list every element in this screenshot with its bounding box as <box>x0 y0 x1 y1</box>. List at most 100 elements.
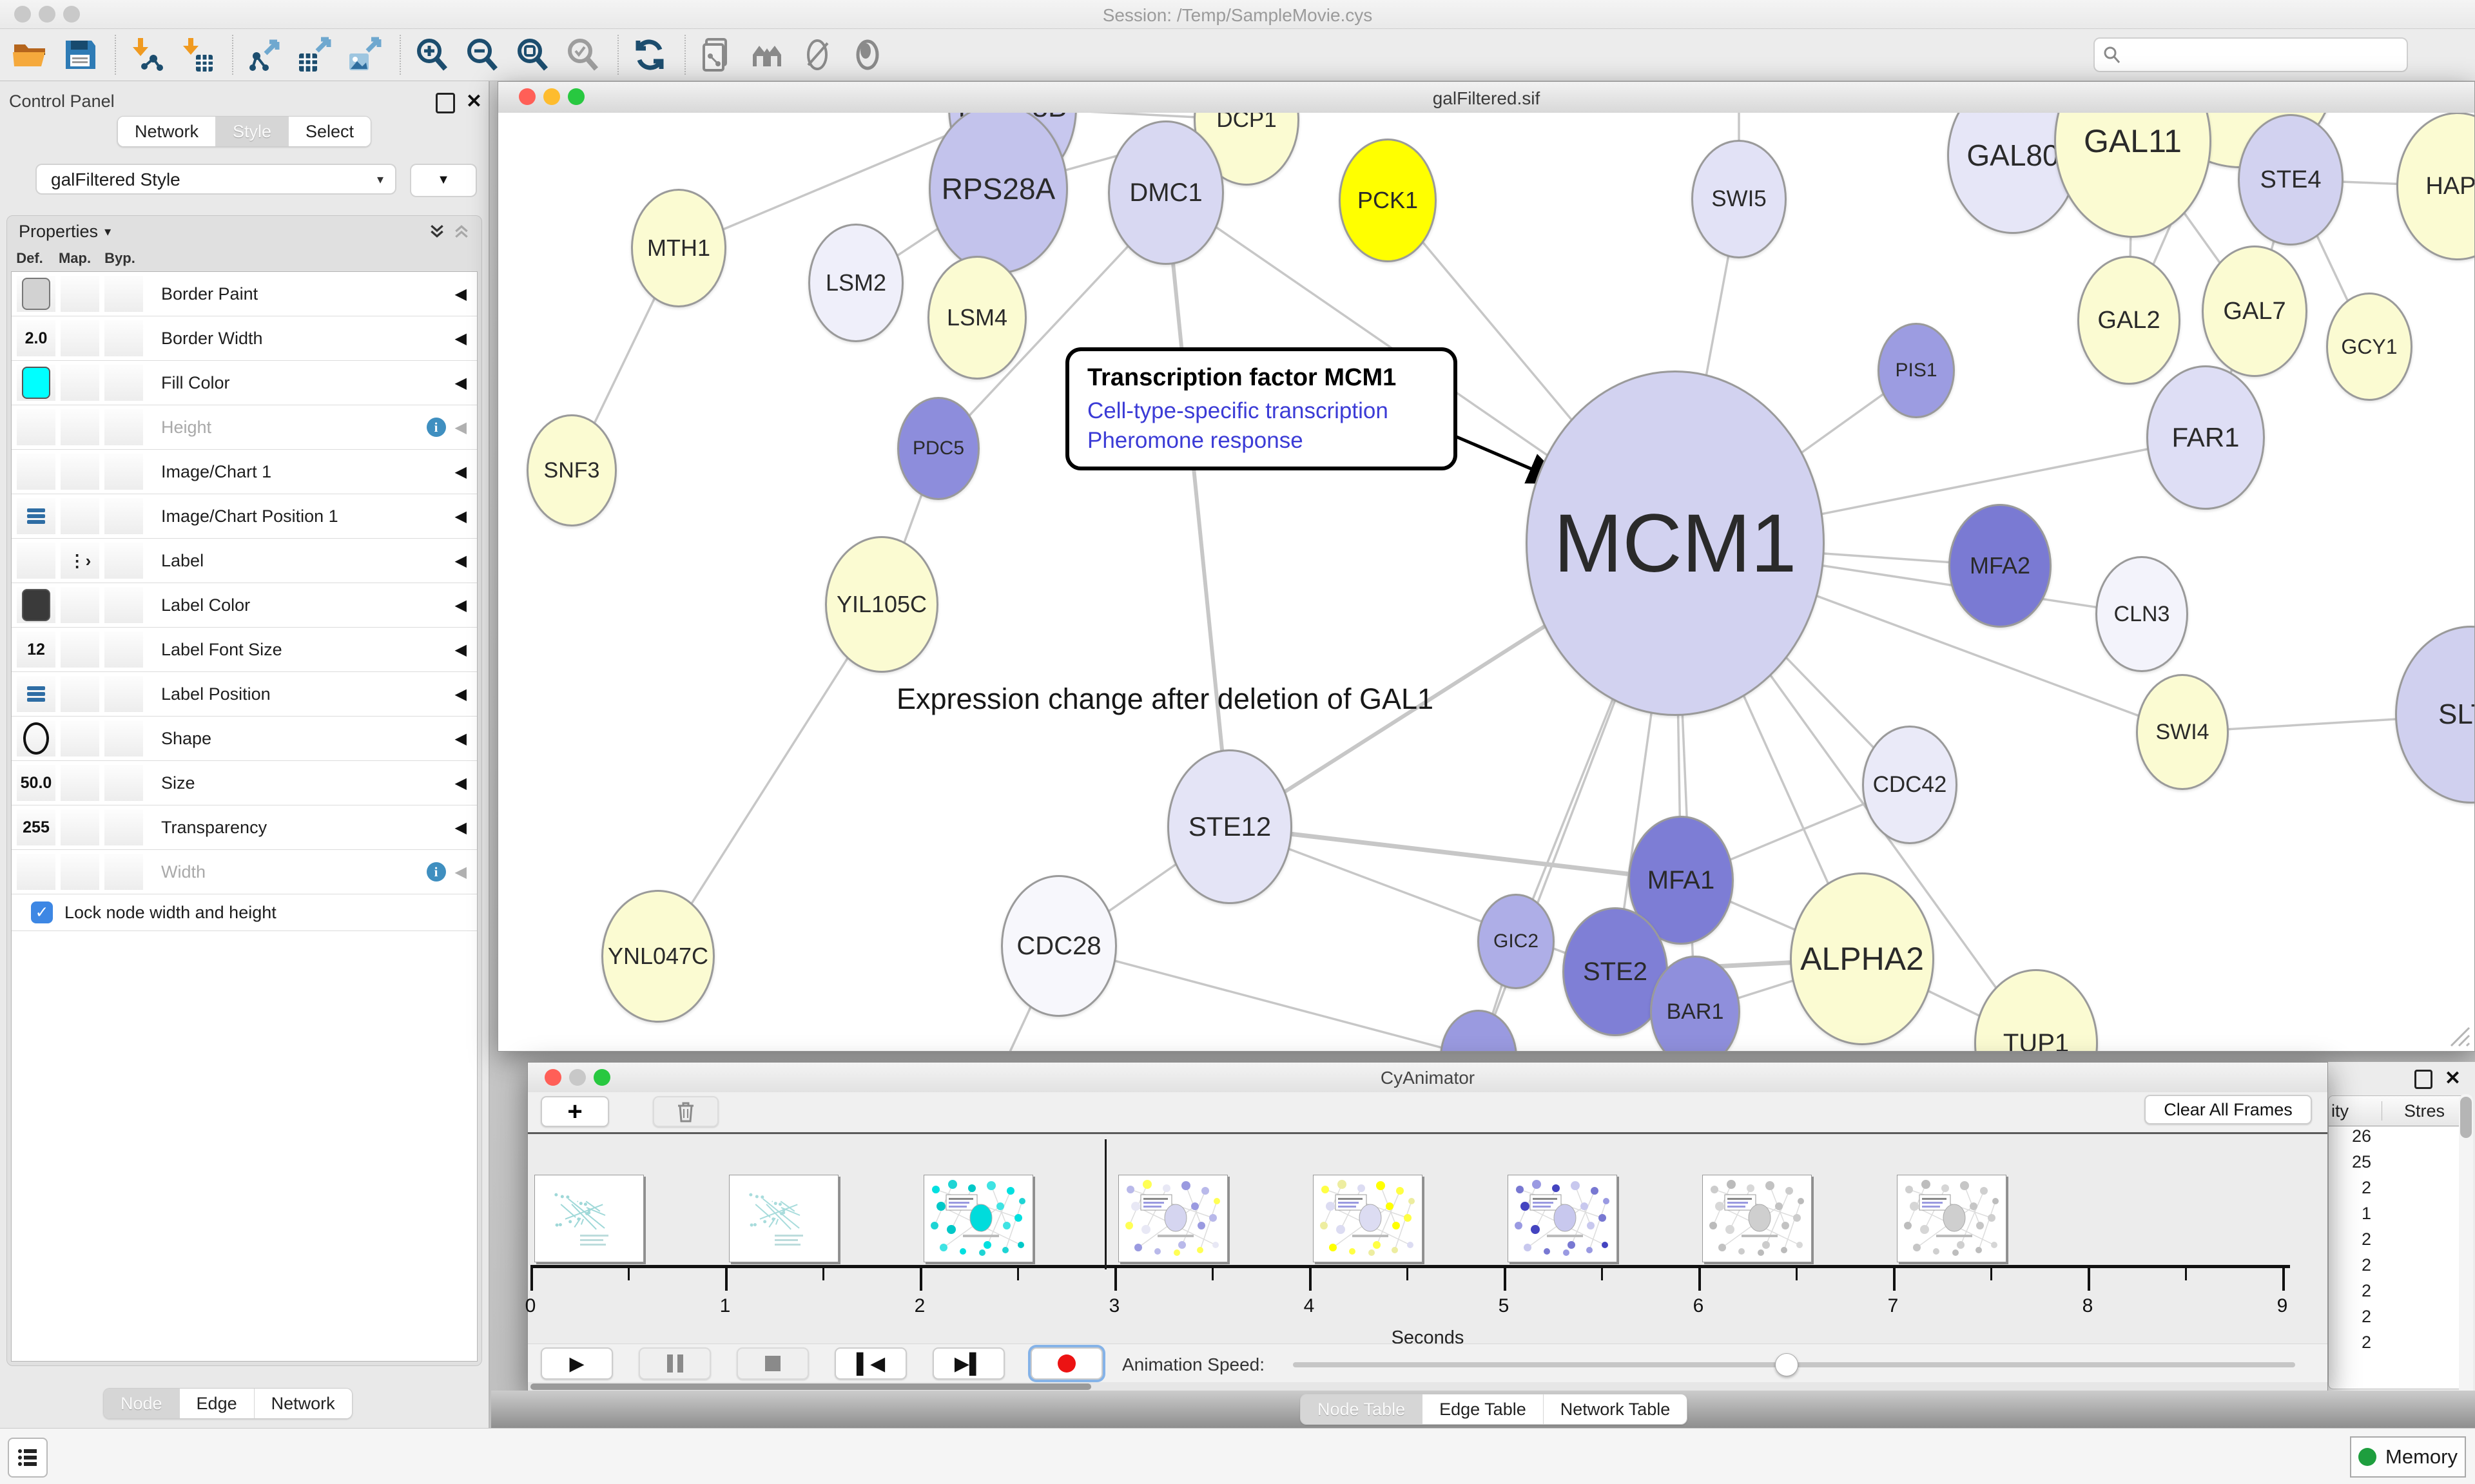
timeline-playhead[interactable] <box>1105 1139 1107 1269</box>
frame-thumbnail-4[interactable] <box>1313 1175 1422 1262</box>
property-row-label-color[interactable]: Label Color◀ <box>12 583 477 628</box>
style-tab-edge[interactable]: Edge <box>180 1389 255 1418</box>
lock-node-size-row[interactable]: ✓Lock node width and height <box>12 894 477 931</box>
export-network-icon[interactable] <box>246 37 282 73</box>
network-node-mfa2[interactable]: MFA2 <box>1948 504 2052 628</box>
tab-style[interactable]: Style <box>216 117 289 146</box>
timeline-scrollbar[interactable] <box>528 1382 2327 1391</box>
table-row[interactable]: 2 <box>2329 1307 2467 1333</box>
table-scrollbar[interactable] <box>2459 1094 2473 1424</box>
bypass-cell[interactable] <box>104 631 143 668</box>
style-options-button[interactable]: ▼ <box>410 164 477 197</box>
network-node-dmc1[interactable]: DMC1 <box>1108 120 1224 265</box>
expand-row-icon[interactable]: ◀ <box>455 285 467 304</box>
property-row-image-chart-1[interactable]: Image/Chart 1◀ <box>12 450 477 494</box>
frame-thumbnail-6[interactable] <box>1702 1175 1812 1262</box>
table-tab-network-table[interactable]: Network Table <box>1544 1394 1687 1424</box>
network-node-gal2[interactable]: GAL2 <box>2077 256 2180 385</box>
mapping-cell[interactable]: ⋮› <box>61 543 99 579</box>
export-image-icon[interactable] <box>347 37 383 73</box>
expand-row-icon[interactable]: ◀ <box>455 863 467 882</box>
frame-thumbnail-0[interactable] <box>534 1175 644 1262</box>
default-value-cell[interactable] <box>17 409 55 445</box>
default-value-cell[interactable] <box>17 720 55 756</box>
network-node-gcy1[interactable]: GCY1 <box>2326 293 2412 401</box>
property-row-shape[interactable]: Shape◀ <box>12 717 477 761</box>
bypass-cell[interactable] <box>104 720 143 756</box>
table-row[interactable]: 26 <box>2329 1126 2467 1152</box>
network-window-titlebar[interactable]: galFiltered.sif <box>498 82 2474 113</box>
open-folder-icon[interactable] <box>12 37 48 73</box>
network-canvas[interactable]: Expression change after deletion of GAL1… <box>498 113 2474 1051</box>
play-button[interactable]: ▶ <box>541 1347 613 1380</box>
canvas-caption[interactable]: Expression change after deletion of GAL1 <box>897 682 1433 716</box>
bypass-cell[interactable] <box>104 409 143 445</box>
table-tab-edge-table[interactable]: Edge Table <box>1422 1394 1544 1424</box>
mapping-cell[interactable] <box>61 498 99 534</box>
mapping-cell[interactable] <box>61 365 99 401</box>
table-row[interactable]: 2 <box>2329 1229 2467 1255</box>
frames-timeline[interactable]: Seconds 0123456789 <box>528 1134 2327 1344</box>
frame-thumbnail-3[interactable] <box>1118 1175 1228 1262</box>
default-value-cell[interactable] <box>17 543 55 579</box>
network-node-swi4[interactable]: SWI4 <box>2136 674 2229 790</box>
refresh-icon[interactable] <box>632 37 668 73</box>
bypass-cell[interactable] <box>104 454 143 490</box>
expand-row-icon[interactable]: ◀ <box>455 774 467 793</box>
info-icon[interactable]: i <box>427 862 446 882</box>
network-node-pdc5[interactable]: PDC5 <box>897 397 980 500</box>
close-icon[interactable]: ✕ <box>466 90 482 113</box>
table-row[interactable]: 2 <box>2329 1255 2467 1281</box>
frame-thumbnail-7[interactable] <box>1897 1175 2006 1262</box>
go-to-start-button[interactable]: ▌◀ <box>835 1347 907 1380</box>
expand-row-icon[interactable]: ◀ <box>455 685 467 704</box>
network-node-alpha2[interactable]: ALPHA2 <box>1790 872 1934 1045</box>
style-tab-network[interactable]: Network <box>255 1389 352 1418</box>
mapping-cell[interactable] <box>61 809 99 845</box>
bypass-cell[interactable] <box>104 854 143 890</box>
bypass-cell[interactable] <box>104 498 143 534</box>
style-tab-node[interactable]: Node <box>104 1389 180 1418</box>
float-window-icon[interactable] <box>436 93 455 113</box>
global-search[interactable] <box>2093 37 2408 72</box>
bypass-cell[interactable] <box>104 543 143 579</box>
property-row-image-chart-position-1[interactable]: Image/Chart Position 1◀ <box>12 494 477 539</box>
float-window-icon[interactable] <box>2414 1070 2432 1089</box>
property-row-border-width[interactable]: 2.0Border Width◀ <box>12 316 477 361</box>
property-row-transparency[interactable]: 255Transparency◀ <box>12 805 477 850</box>
frame-thumbnail-5[interactable] <box>1508 1175 1617 1262</box>
network-node-pck1[interactable]: PCK1 <box>1339 139 1437 262</box>
mapping-cell[interactable] <box>61 631 99 668</box>
mapping-cell[interactable] <box>61 854 99 890</box>
expand-row-icon[interactable]: ◀ <box>455 374 467 392</box>
zoom-in-icon[interactable] <box>414 37 450 73</box>
tab-select[interactable]: Select <box>289 117 371 146</box>
table-column-header[interactable]: ity <box>2329 1101 2376 1121</box>
add-frame-button[interactable]: + <box>541 1096 609 1127</box>
zoom-selected-icon[interactable] <box>565 37 601 73</box>
save-icon[interactable] <box>62 37 98 73</box>
import-network-icon[interactable] <box>129 37 165 73</box>
network-node-gal7[interactable]: GAL7 <box>2202 246 2307 377</box>
clear-all-frames-button[interactable]: Clear All Frames <box>2144 1095 2312 1124</box>
checkbox-checked-icon[interactable]: ✓ <box>31 901 53 923</box>
mapping-cell[interactable] <box>61 587 99 623</box>
expand-row-icon[interactable]: ◀ <box>455 418 467 437</box>
hide-detail-icon[interactable] <box>799 37 835 73</box>
table-row[interactable]: 25 <box>2329 1152 2467 1178</box>
style-select[interactable]: galFiltered Style ▾ <box>35 164 396 195</box>
zoom-fit-icon[interactable] <box>514 37 550 73</box>
network-node-snf3[interactable]: SNF3 <box>527 414 617 526</box>
default-value-cell[interactable]: 50.0 <box>17 765 55 801</box>
default-value-cell[interactable]: 255 <box>17 809 55 845</box>
table-row[interactable]: 2 <box>2329 1178 2467 1204</box>
annotation-box[interactable]: Transcription factor MCM1 Cell-type-spec… <box>1065 347 1457 470</box>
network-node-mth1[interactable]: MTH1 <box>631 189 726 307</box>
network-node-ynl047c[interactable]: YNL047C <box>601 890 715 1023</box>
network-node-lsm4[interactable]: LSM4 <box>927 256 1027 380</box>
chevron-down-icon[interactable]: ▾ <box>104 224 111 240</box>
table-row[interactable]: 1 <box>2329 1204 2467 1229</box>
property-row-height[interactable]: Heighti◀ <box>12 405 477 450</box>
bypass-cell[interactable] <box>104 765 143 801</box>
property-row-border-paint[interactable]: Border Paint◀ <box>12 272 477 316</box>
